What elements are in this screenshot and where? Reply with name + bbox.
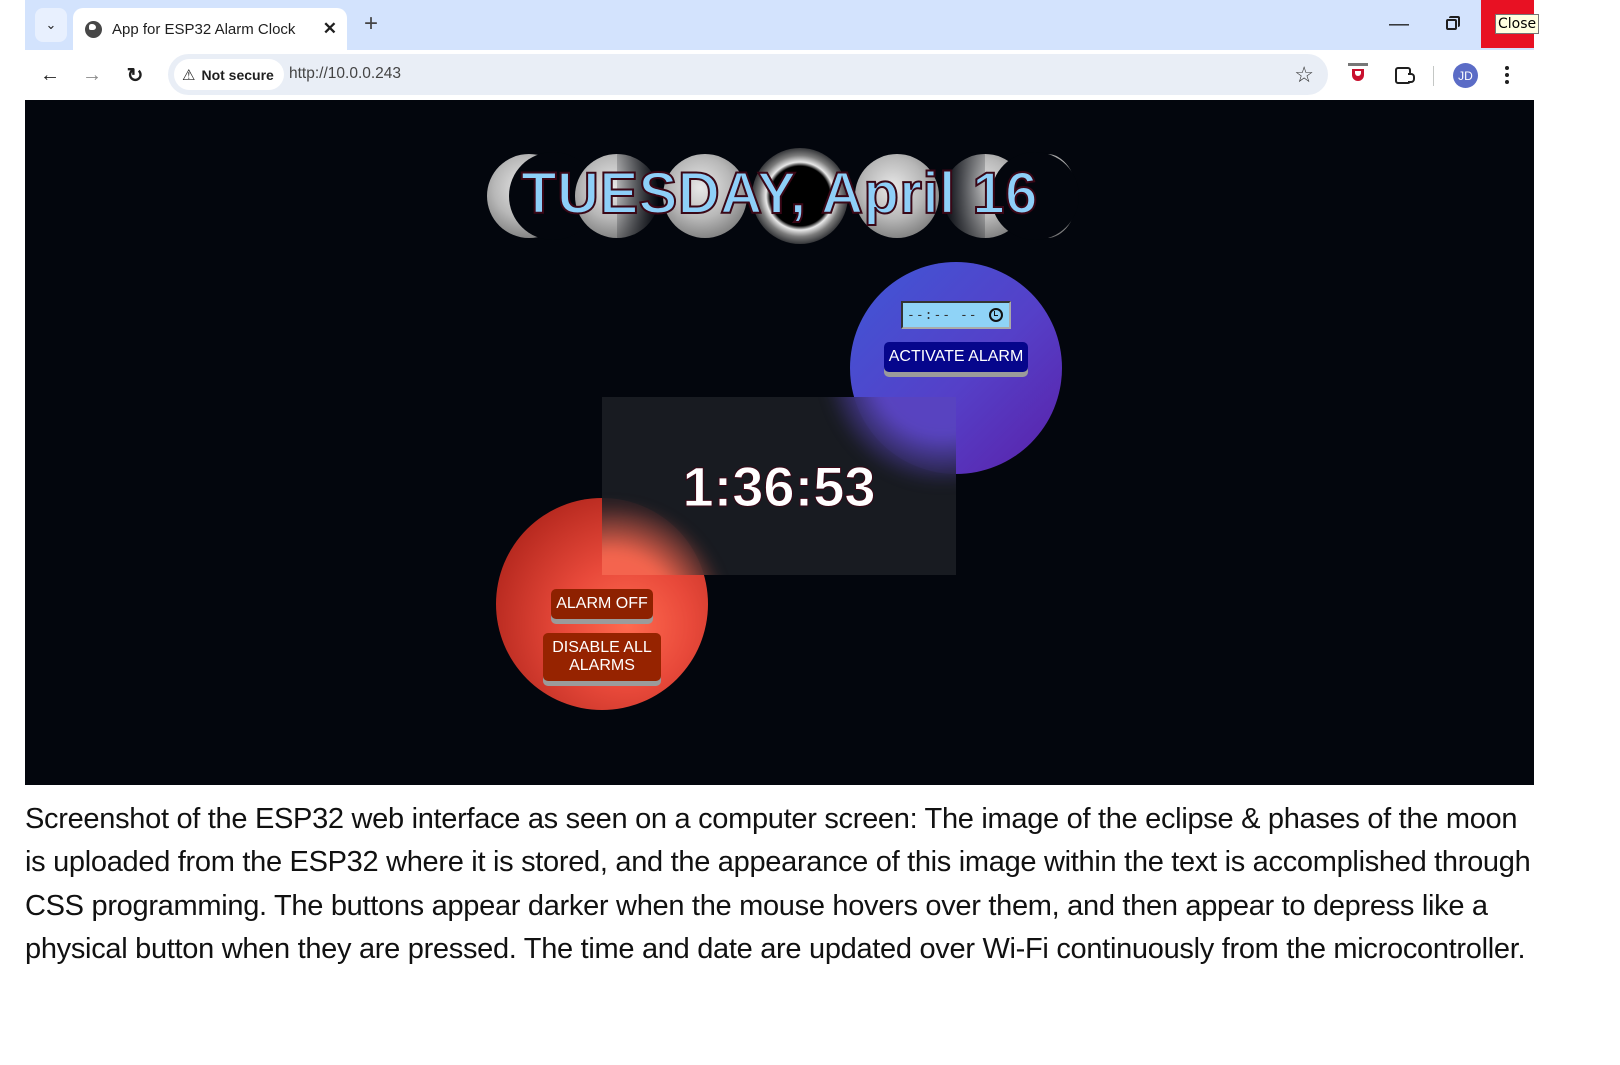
dot-icon bbox=[1505, 80, 1509, 84]
figure-caption: Screenshot of the ESP32 web interface as… bbox=[25, 803, 1531, 965]
activate-alarm-button[interactable]: ACTIVATE ALARM bbox=[884, 342, 1028, 372]
shield-icon bbox=[1348, 63, 1368, 81]
arrow-left-icon: ← bbox=[40, 63, 60, 86]
clock-icon[interactable] bbox=[989, 308, 1003, 322]
chevron-down-icon: ⌄ bbox=[45, 17, 57, 32]
mcafee-extension-button[interactable] bbox=[1345, 62, 1371, 88]
time-input-placeholder: --:-- -- bbox=[907, 307, 978, 323]
extensions-button[interactable] bbox=[1390, 62, 1416, 88]
current-time: 1:36:53 bbox=[682, 455, 876, 518]
tab-close-icon[interactable]: ✕ bbox=[323, 19, 337, 39]
dot-icon bbox=[1505, 66, 1509, 70]
active-tab[interactable]: App for ESP32 Alarm Clock ✕ bbox=[73, 8, 347, 50]
bookmark-star-icon[interactable]: ☆ bbox=[1294, 62, 1314, 88]
reload-icon: ↻ bbox=[126, 64, 144, 87]
minimize-icon: — bbox=[1389, 12, 1409, 35]
forward-button[interactable]: → bbox=[77, 60, 107, 90]
toolbar-divider bbox=[1433, 66, 1434, 86]
close-tooltip: Close bbox=[1495, 14, 1540, 34]
browser-toolbar: ← → ↻ ⚠ Not secure http://10.0.0.243 ☆ J… bbox=[25, 50, 1534, 100]
tab-search-button[interactable]: ⌄ bbox=[35, 8, 67, 42]
web-page: TUESDAY, April 16 --:-- -- ACTIVATE ALAR… bbox=[25, 102, 1534, 785]
tab-title: App for ESP32 Alarm Clock bbox=[112, 20, 296, 38]
arrow-right-icon: → bbox=[82, 63, 102, 86]
profile-avatar[interactable]: JD bbox=[1453, 63, 1478, 88]
reload-button[interactable]: ↻ bbox=[120, 60, 150, 90]
date-heading: TUESDAY, April 16 bbox=[520, 161, 1038, 227]
security-chip[interactable]: ⚠ Not secure bbox=[174, 59, 284, 90]
restore-icon bbox=[1445, 15, 1460, 30]
browser-window: ⌄ App for ESP32 Alarm Clock ✕ + — Close … bbox=[25, 0, 1540, 785]
security-label: Not secure bbox=[201, 66, 274, 83]
new-tab-button[interactable]: + bbox=[357, 10, 385, 38]
minimize-button[interactable]: — bbox=[1375, 0, 1423, 48]
menu-button[interactable] bbox=[1497, 61, 1517, 89]
dot-icon bbox=[1505, 73, 1509, 77]
alarm-off-button[interactable]: ALARM OFF bbox=[551, 589, 653, 619]
clock-display: 1:36:53 bbox=[602, 397, 956, 575]
plus-icon: + bbox=[363, 10, 378, 37]
back-button[interactable]: ← bbox=[35, 60, 65, 90]
disable-all-alarms-button[interactable]: DISABLE ALL ALARMS bbox=[543, 633, 661, 681]
tab-strip: ⌄ App for ESP32 Alarm Clock ✕ + — Close bbox=[25, 0, 1540, 50]
globe-icon bbox=[85, 20, 102, 38]
puzzle-icon bbox=[1395, 66, 1415, 84]
alarm-time-input[interactable]: --:-- -- bbox=[901, 301, 1011, 329]
url-text[interactable]: http://10.0.0.243 bbox=[289, 65, 401, 83]
warning-icon: ⚠ bbox=[182, 66, 196, 84]
address-bar[interactable]: ⚠ Not secure http://10.0.0.243 ☆ bbox=[168, 54, 1328, 95]
restore-button[interactable] bbox=[1427, 0, 1475, 48]
